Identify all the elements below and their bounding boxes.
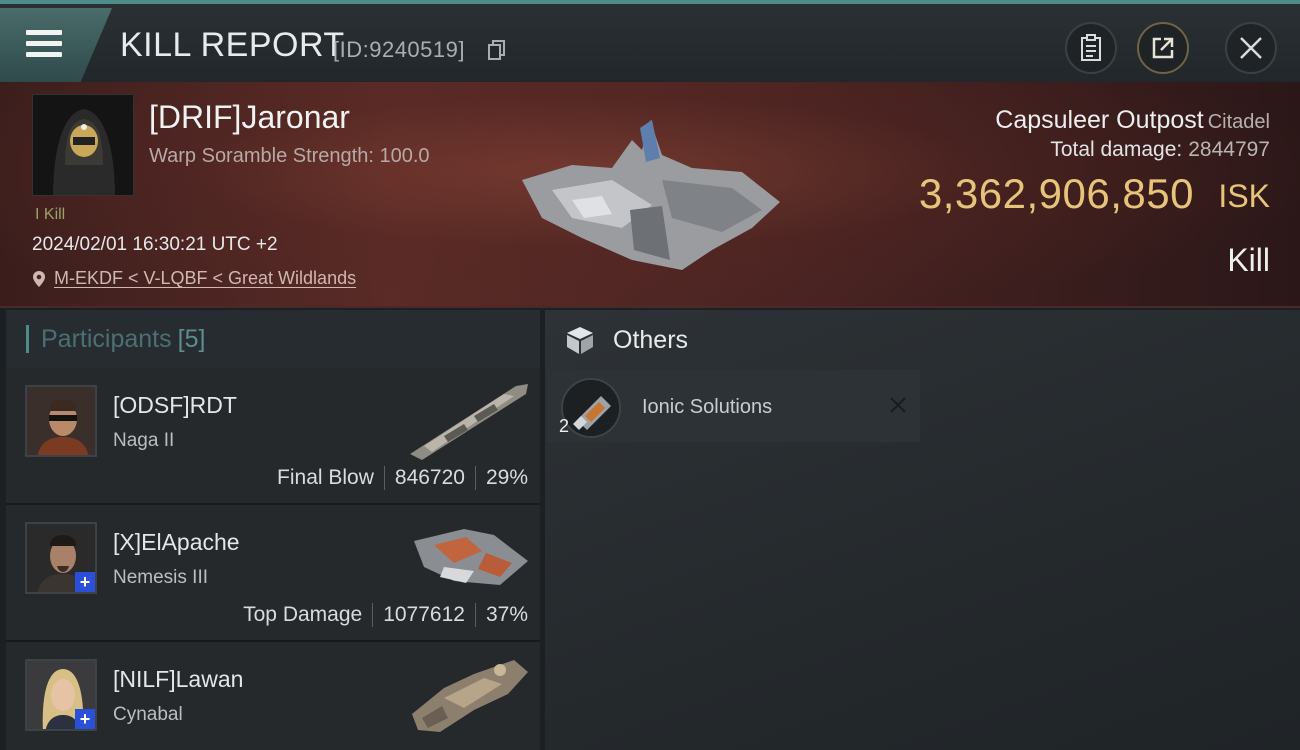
participants-panel: Participants [5] [ODSF]RDT Naga II Final… — [6, 310, 540, 750]
total-damage-value: 2844797 — [1188, 138, 1270, 161]
location-text: M-EKDF < V-LQBF < Great Wildlands — [54, 268, 357, 288]
participant-name[interactable]: [NILF]Lawan — [113, 666, 243, 693]
participant-ship: Cynabal — [113, 704, 183, 725]
page-title: KILL REPORT — [120, 26, 345, 64]
kill-location-link[interactable]: M-EKDF < V-LQBF < Great Wildlands — [32, 268, 356, 289]
close-icon[interactable] — [887, 394, 909, 416]
participants-count: [5] — [177, 324, 206, 353]
others-title: Others — [613, 325, 689, 354]
others-header: Others — [545, 310, 1300, 370]
clipboard-icon — [1081, 34, 1101, 61]
ionic-solutions-icon — [563, 380, 619, 436]
clipboard-button[interactable] — [1065, 22, 1117, 74]
item-name: Ionic Solutions — [642, 396, 773, 418]
hamburger-menu-icon-bar — [26, 41, 62, 46]
total-damage: Total damage: 2844797 — [1050, 138, 1270, 162]
report-id: [ID:9240519] — [333, 37, 465, 62]
isk-value: 3,362,906,850 — [918, 170, 1194, 217]
others-panel: Others 2 Ionic Solutions — [545, 310, 1300, 750]
dropped-item-row[interactable]: 2 Ionic Solutions — [547, 370, 920, 442]
item-icon[interactable] — [561, 378, 621, 438]
structure-type: Citadel — [1207, 111, 1270, 133]
hamburger-menu-icon — [26, 30, 62, 35]
divider — [372, 603, 374, 627]
kill-result-label: Kill — [1227, 242, 1270, 278]
warp-scramble-strength: Warp Soramble Strength: 100.0 — [149, 145, 430, 167]
share-button[interactable] — [1137, 22, 1189, 74]
participant-percent: 37% — [485, 603, 528, 626]
participants-header[interactable]: Participants [5] — [6, 310, 540, 368]
isk-unit: ISK — [1218, 178, 1270, 214]
menu-button[interactable] — [0, 8, 112, 82]
victim-portrait[interactable] — [32, 94, 134, 196]
participant-row[interactable]: [ODSF]RDT Naga II Final Blow 846720 29% — [6, 368, 540, 505]
structure-name-text: Capsuleer Outpost — [995, 106, 1204, 134]
participant-name[interactable]: [X]ElApache — [113, 529, 240, 556]
avatar[interactable]: + — [25, 659, 97, 731]
participant-row[interactable]: + [NILF]Lawan Cynabal — [6, 642, 540, 750]
divider — [474, 466, 476, 490]
participant-damage: 846720 — [394, 466, 465, 489]
avatar[interactable] — [25, 385, 97, 457]
total-damage-label: Total damage: — [1050, 138, 1183, 161]
participant-damage: 1077612 — [383, 603, 465, 626]
structure-image[interactable] — [512, 110, 792, 282]
victim-name[interactable]: [DRIF]Jaronar — [149, 99, 350, 136]
ship-image[interactable] — [404, 511, 534, 599]
kill-timestamp: 2024/02/01 16:30:21 UTC +2 — [32, 234, 278, 255]
header-accent-bar — [26, 325, 29, 353]
participant-avatar-image — [27, 387, 95, 455]
victim-panel: [DRIF]Jaronar Warp Soramble Strength: 10… — [0, 82, 1300, 308]
ship-image[interactable] — [404, 648, 534, 736]
participant-role: Top Damage — [243, 603, 363, 626]
item-quantity: 2 — [559, 416, 570, 436]
divider — [383, 466, 385, 490]
share-icon — [1152, 37, 1174, 59]
map-pin-icon — [33, 270, 45, 287]
ship-image[interactable] — [404, 374, 534, 462]
participant-percent: 29% — [485, 466, 528, 489]
participant-role: Final Blow — [277, 466, 374, 489]
structure-name: Capsuleer Outpost Citadel — [995, 106, 1270, 135]
hamburger-menu-icon-bar — [26, 52, 62, 57]
participant-name[interactable]: [ODSF]RDT — [113, 392, 237, 419]
divider — [474, 603, 476, 627]
participant-stats: Final Blow 846720 29% — [277, 466, 528, 490]
close-icon — [1240, 37, 1262, 59]
kill-tag: I Kill — [35, 206, 66, 223]
participant-ship: Naga II — [113, 430, 175, 451]
cube-icon — [567, 327, 593, 354]
avatar[interactable]: + — [25, 522, 97, 594]
participants-label: Participants — [41, 324, 172, 353]
victim-avatar-image — [33, 95, 133, 195]
add-contact-icon[interactable]: + — [75, 709, 95, 729]
participant-row[interactable]: + [X]ElApache Nemesis III Top Damage 107… — [6, 505, 540, 642]
add-contact-icon[interactable]: + — [75, 572, 95, 592]
participant-stats: Top Damage 1077612 37% — [243, 603, 528, 627]
close-button[interactable] — [1225, 22, 1277, 74]
participant-ship: Nemesis III — [113, 567, 209, 588]
title-bar: KILL REPORT [ID:9240519] — [0, 0, 1300, 82]
copy-icon[interactable] — [488, 40, 506, 60]
